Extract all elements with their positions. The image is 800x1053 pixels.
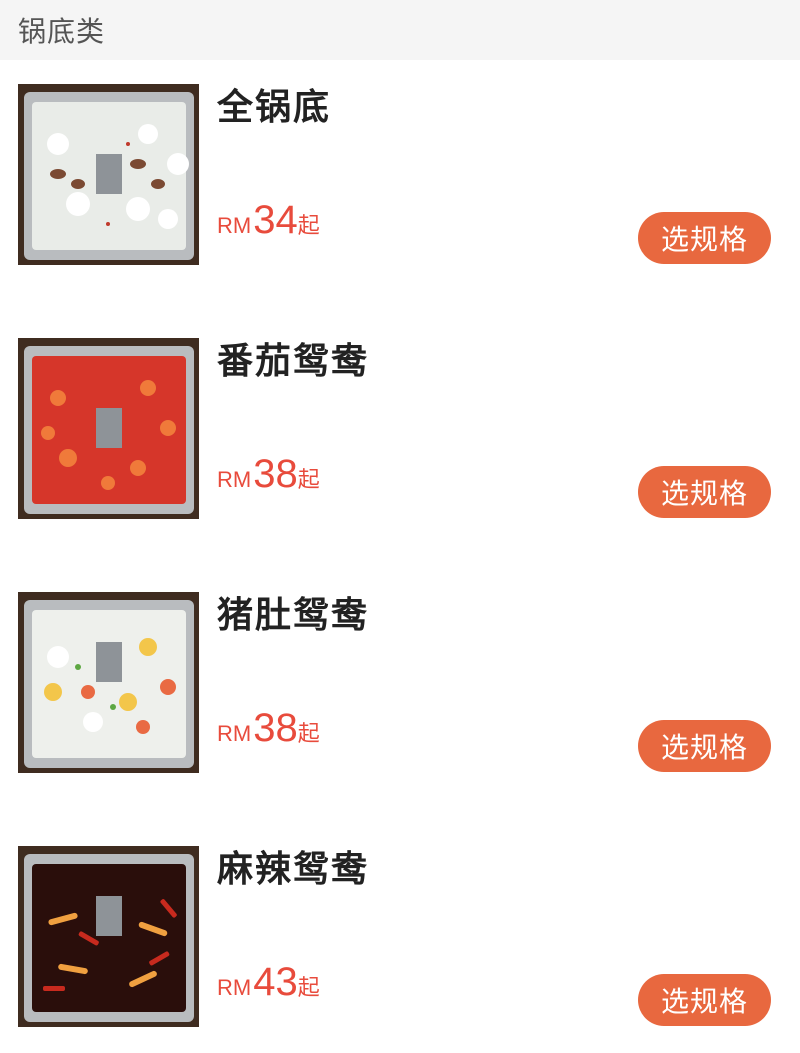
item-price: RM 38 起 [217, 708, 320, 748]
price-amount: 43 [253, 960, 298, 1004]
menu-item[interactable]: 猪肚鸳鸯 RM 38 起 选规格 [0, 568, 800, 773]
price-suffix: 起 [297, 214, 320, 239]
price-suffix: 起 [297, 468, 320, 493]
price-currency: RM [217, 213, 252, 238]
item-name: 麻辣鸳鸯 [217, 849, 370, 890]
category-title: 锅底类 [18, 15, 106, 48]
tomato-hotpot-image[interactable] [18, 338, 199, 519]
menu-item[interactable]: 麻辣鸳鸯 RM 43 起 选规格 [0, 822, 800, 1027]
spicy-hotpot-image[interactable] [18, 846, 199, 1027]
item-name: 猪肚鸳鸯 [217, 595, 370, 636]
select-spec-button[interactable]: 选规格 [638, 212, 771, 264]
price-currency: RM [217, 467, 252, 492]
select-spec-button[interactable]: 选规格 [638, 974, 771, 1026]
item-name: 全锅底 [217, 87, 332, 128]
price-amount: 38 [253, 452, 298, 496]
item-price: RM 43 起 [217, 962, 320, 1002]
price-suffix: 起 [297, 722, 320, 747]
item-name: 番茄鸳鸯 [217, 341, 370, 382]
select-spec-button[interactable]: 选规格 [638, 720, 771, 772]
price-amount: 34 [253, 198, 298, 242]
price-currency: RM [217, 975, 252, 1000]
price-amount: 38 [253, 706, 298, 750]
select-spec-button[interactable]: 选规格 [638, 466, 771, 518]
category-header: 锅底类 [0, 0, 800, 60]
menu-item[interactable]: 全锅底 RM 34 起 选规格 [0, 60, 800, 265]
clear-broth-hotpot-image[interactable] [18, 84, 199, 265]
price-currency: RM [217, 721, 252, 746]
menu-item[interactable]: 番茄鸳鸯 RM 38 起 选规格 [0, 314, 800, 519]
price-suffix: 起 [297, 976, 320, 1001]
pork-tripe-hotpot-image[interactable] [18, 592, 199, 773]
item-price: RM 34 起 [217, 200, 320, 240]
item-price: RM 38 起 [217, 454, 320, 494]
